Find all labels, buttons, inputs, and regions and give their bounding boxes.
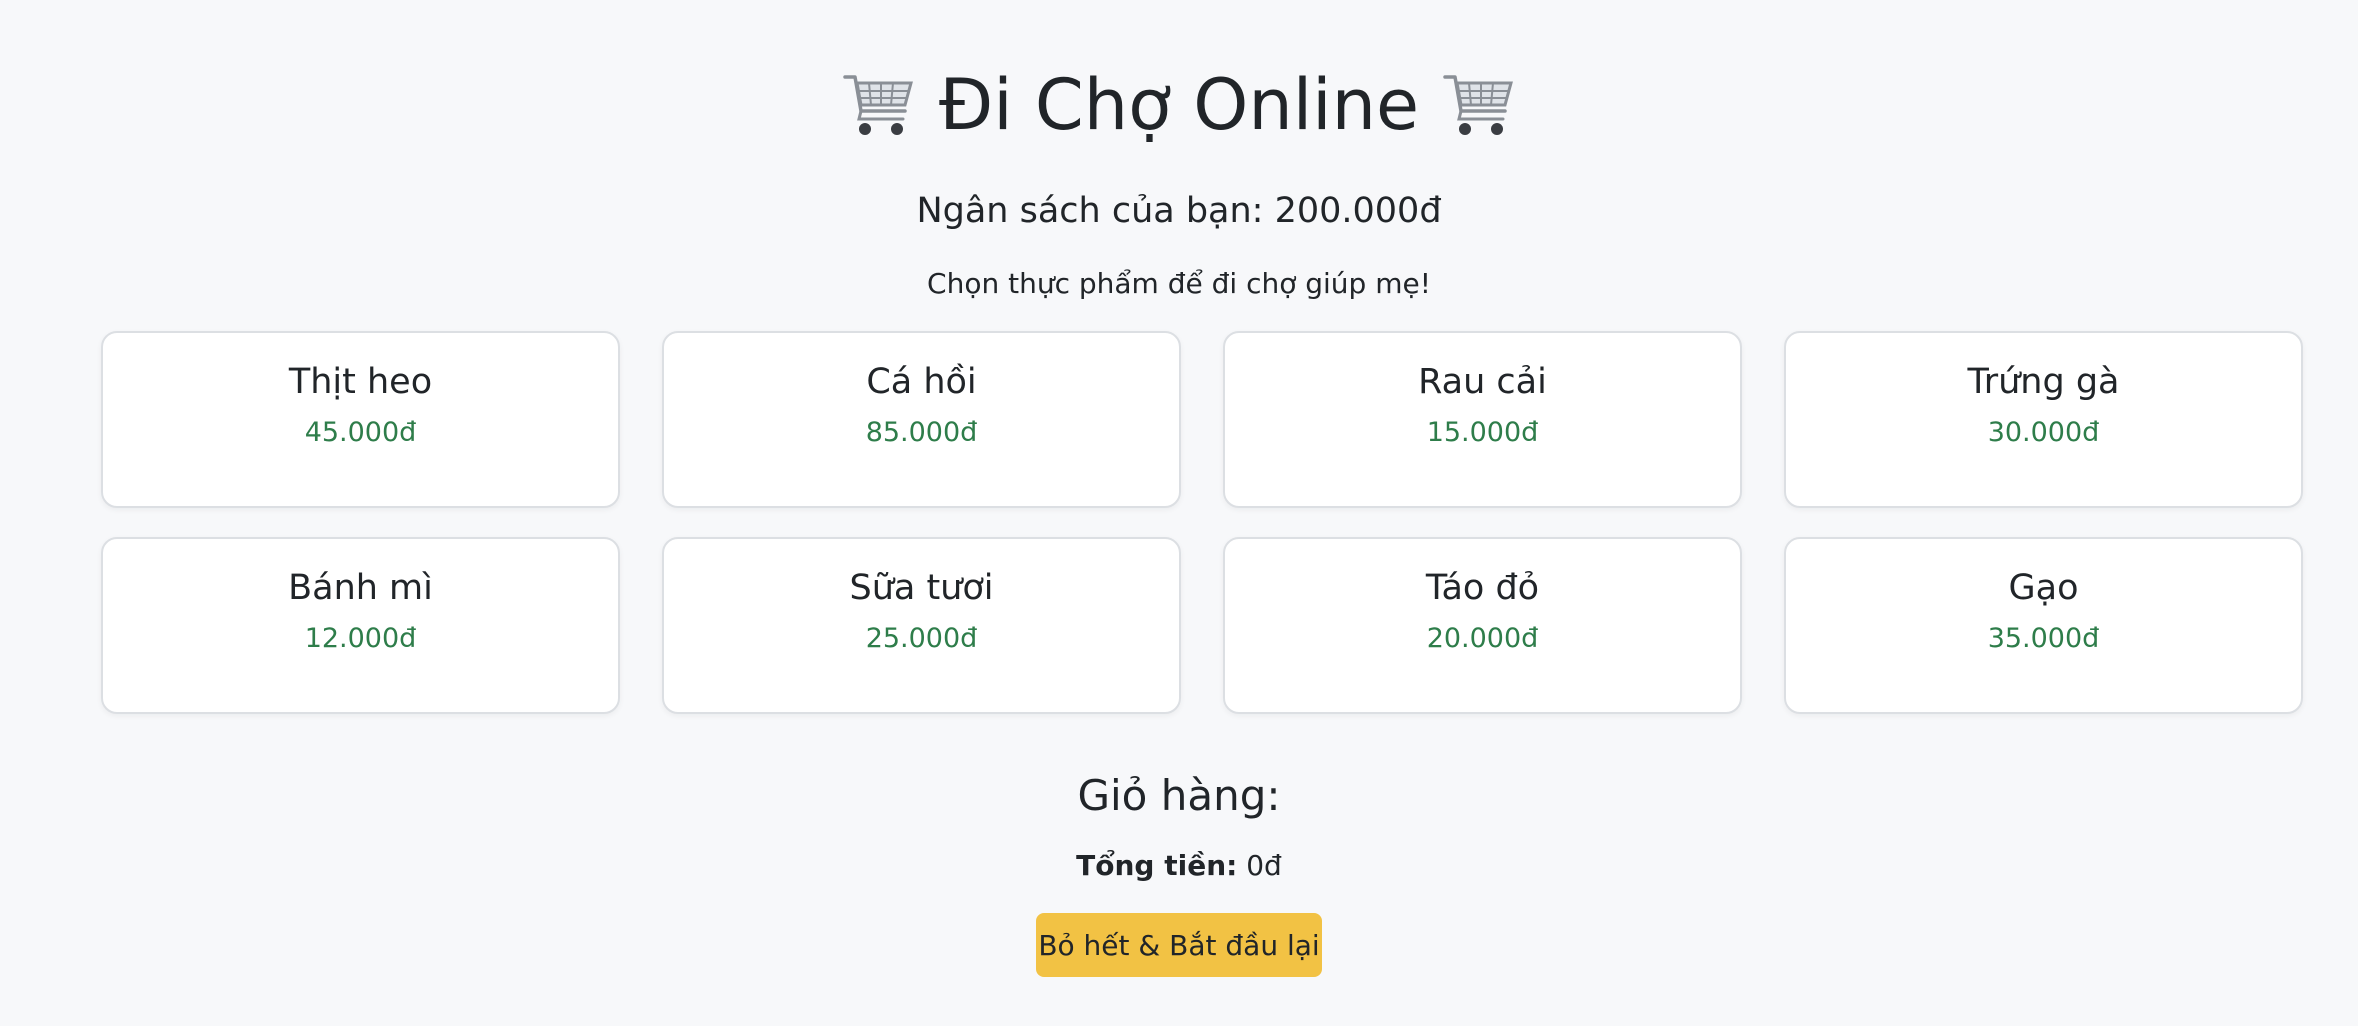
product-card[interactable]: Bánh mì 12.000đ: [101, 537, 620, 714]
instruction-text: Chọn thực phẩm để đi chợ giúp mẹ!: [927, 267, 1431, 300]
cart-heading: Giỏ hàng:: [1077, 771, 1281, 820]
product-grid: Thịt heo 45.000đ Cá hồi 85.000đ Rau cải …: [101, 331, 2303, 714]
product-name: Trứng gà: [1967, 362, 2120, 402]
product-card[interactable]: Táo đỏ 20.000đ: [1223, 537, 1742, 714]
shopping-cart-icon: [1441, 67, 1517, 143]
budget-text: Ngân sách của bạn: 200.000đ: [916, 191, 1442, 231]
product-name: Gạo: [2008, 568, 2079, 608]
total-label: Tổng tiền:: [1076, 849, 1238, 882]
product-name: Táo đỏ: [1425, 568, 1540, 608]
product-name: Bánh mì: [288, 568, 433, 608]
cart-total: Tổng tiền: 0đ: [0, 847, 2358, 885]
product-name: Cá hồi: [866, 362, 977, 402]
total-value: 0đ: [1246, 849, 1282, 882]
page-title: Đi Chợ Online: [938, 64, 1420, 146]
product-card[interactable]: Rau cải 15.000đ: [1223, 331, 1742, 508]
product-card[interactable]: Cá hồi 85.000đ: [662, 331, 1181, 508]
product-card[interactable]: Gạo 35.000đ: [1784, 537, 2303, 714]
page: Đi Chợ Online Ngân sách của bạn: 200.000…: [0, 0, 2358, 1026]
product-price: 85.000đ: [865, 417, 978, 448]
product-price: 12.000đ: [304, 623, 417, 654]
product-price: 30.000đ: [1987, 417, 2100, 448]
product-name: Rau cải: [1418, 362, 1547, 402]
shopping-cart-icon: [841, 67, 917, 143]
product-price: 35.000đ: [1987, 623, 2100, 654]
product-card[interactable]: Trứng gà 30.000đ: [1784, 331, 2303, 508]
product-card[interactable]: Thịt heo 45.000đ: [101, 331, 620, 508]
reset-container: Bỏ hết & Bắt đầu lại: [0, 913, 2358, 977]
product-price: 20.000đ: [1426, 623, 1539, 654]
product-name: Thịt heo: [288, 362, 433, 402]
product-price: 15.000đ: [1426, 417, 1539, 448]
product-price: 45.000đ: [304, 417, 417, 448]
product-price: 25.000đ: [865, 623, 978, 654]
reset-button[interactable]: Bỏ hết & Bắt đầu lại: [1036, 913, 1322, 977]
product-card[interactable]: Sữa tươi 25.000đ: [662, 537, 1181, 714]
title-row: Đi Chợ Online: [0, 62, 2358, 148]
product-name: Sữa tươi: [849, 568, 994, 608]
